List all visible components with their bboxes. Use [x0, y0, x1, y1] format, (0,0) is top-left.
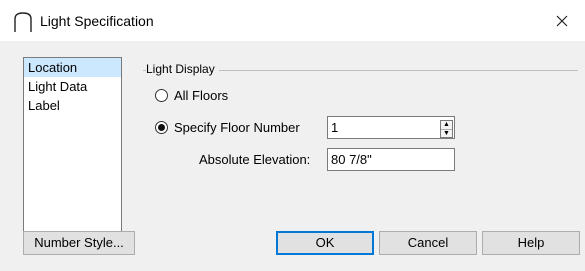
radio-all-floors[interactable]: All Floors — [155, 88, 228, 103]
ok-button[interactable]: OK — [276, 231, 374, 255]
spin-up-icon[interactable]: ▲ — [441, 121, 452, 130]
cancel-button[interactable]: Cancel — [379, 231, 477, 255]
nav-item-location[interactable]: Location — [24, 58, 121, 77]
group-label-light-display: Light Display — [146, 62, 219, 76]
nav-item-light-data[interactable]: Light Data — [24, 77, 121, 96]
radio-specify-floor[interactable]: Specify Floor Number — [155, 120, 300, 135]
window-title: Light Specification — [40, 13, 154, 29]
title-bar: Light Specification — [0, 0, 585, 41]
absolute-elevation-input[interactable] — [327, 148, 455, 171]
floor-number-input[interactable] — [327, 116, 455, 139]
spin-down-icon[interactable]: ▼ — [441, 130, 452, 138]
close-icon — [556, 15, 568, 26]
number-style-button[interactable]: Number Style... — [23, 231, 135, 255]
absolute-elevation-label: Absolute Elevation: — [199, 152, 311, 167]
floor-number-spinner[interactable]: ▲ ▼ — [440, 120, 453, 138]
radio-all-floors-indicator[interactable] — [155, 89, 168, 102]
radio-specify-floor-indicator[interactable] — [155, 121, 168, 134]
help-button[interactable]: Help — [482, 231, 580, 255]
radio-all-floors-label: All Floors — [174, 88, 229, 103]
radio-specify-floor-label: Specify Floor Number — [174, 120, 300, 135]
close-button[interactable] — [539, 0, 585, 41]
nav-list: Location Light Data Label — [23, 57, 122, 238]
chief-arch-icon — [14, 12, 32, 32]
nav-item-label[interactable]: Label — [24, 96, 121, 115]
